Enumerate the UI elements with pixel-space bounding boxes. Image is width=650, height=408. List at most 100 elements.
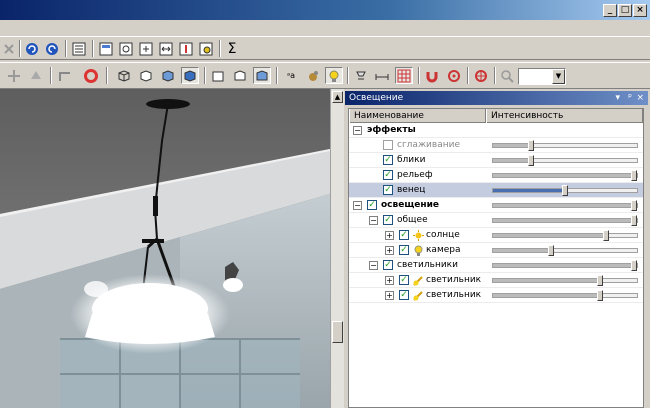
close-button[interactable]: ×	[633, 4, 647, 17]
row-checkbox[interactable]: ✓	[383, 215, 393, 225]
scroll-up-icon[interactable]: ▲	[332, 91, 343, 103]
intensity-slider[interactable]	[492, 155, 638, 166]
box-front-icon[interactable]	[209, 67, 227, 84]
row-checkbox[interactable]: ✓	[383, 155, 393, 165]
tree-row[interactable]: − ✓ светильники	[349, 258, 643, 273]
tree-row[interactable]: ✓ рельеф	[349, 168, 643, 183]
panel-close-icon[interactable]: ×	[636, 91, 644, 105]
row-checkbox[interactable]: ✓	[383, 260, 393, 270]
scroll-thumb[interactable]	[332, 321, 343, 343]
snap-center-icon[interactable]	[472, 67, 490, 84]
slider-thumb[interactable]	[597, 275, 603, 286]
intensity-slider[interactable]	[492, 200, 638, 211]
chevron-down-icon[interactable]: ▼	[552, 69, 565, 84]
zoom-icon[interactable]	[498, 67, 516, 84]
row-checkbox[interactable]: ✓	[399, 290, 409, 300]
slider-thumb[interactable]	[603, 230, 609, 241]
intensity-slider[interactable]	[492, 260, 638, 271]
row-checkbox[interactable]: ✓	[383, 185, 393, 195]
expand-icon[interactable]: +	[385, 276, 394, 285]
expand-icon[interactable]: +	[385, 291, 394, 300]
slider-thumb[interactable]	[631, 215, 637, 226]
tree-row[interactable]: − ✓ общее	[349, 213, 643, 228]
row-checkbox[interactable]: ✓	[399, 230, 409, 240]
wireframe-cube-icon[interactable]	[115, 67, 133, 84]
expand-icon[interactable]: +	[385, 246, 394, 255]
viewport-scrollbar[interactable]: ▲	[330, 89, 344, 408]
intensity-slider[interactable]	[492, 215, 638, 226]
collapse-icon[interactable]: −	[369, 261, 378, 270]
zoom-combobox[interactable]: ▼	[518, 68, 566, 85]
tree-row[interactable]: − эффекты	[349, 123, 643, 138]
tree-row[interactable]: ✓ сглаживание	[349, 138, 643, 153]
intensity-slider[interactable]	[492, 230, 638, 241]
tree-row[interactable]: ✓ блики	[349, 153, 643, 168]
slider-thumb[interactable]	[597, 290, 603, 301]
material-sphere-icon[interactable]	[304, 67, 322, 84]
slider-thumb[interactable]	[528, 155, 534, 166]
intensity-slider[interactable]	[492, 185, 638, 196]
slider-thumb[interactable]	[631, 200, 637, 211]
slider-thumb[interactable]	[631, 260, 637, 271]
magnet-icon[interactable]	[423, 67, 441, 84]
panel-menu-icon[interactable]: ▾	[615, 91, 620, 105]
text-label-icon[interactable]: ᵃa	[282, 67, 300, 84]
collapse-icon[interactable]: −	[369, 216, 378, 225]
slider-thumb[interactable]	[528, 140, 534, 151]
expand-icon[interactable]: +	[385, 231, 394, 240]
intensity-slider[interactable]	[492, 275, 638, 286]
box-blue-icon[interactable]	[253, 67, 271, 84]
tree-row[interactable]: − ✓ освещение	[349, 198, 643, 213]
zoom-window-icon[interactable]	[117, 40, 135, 57]
row-checkbox[interactable]: ✓	[367, 200, 377, 210]
slider-thumb[interactable]	[562, 185, 568, 196]
row-checkbox[interactable]: ✓	[383, 170, 393, 180]
intensity-slider[interactable]	[492, 170, 638, 181]
tree-row[interactable]: + ✓ светильник	[349, 288, 643, 303]
3d-viewport[interactable]	[0, 89, 330, 408]
collapse-icon[interactable]: −	[353, 201, 362, 210]
column-header-name[interactable]: Наименование	[349, 109, 486, 123]
up-arrow-icon[interactable]	[27, 67, 45, 84]
row-checkbox[interactable]: ✓	[399, 275, 409, 285]
pan-icon[interactable]	[157, 40, 175, 57]
row-checkbox[interactable]: ✓	[383, 140, 393, 150]
stamp-icon[interactable]	[352, 67, 370, 84]
column-header-intensity[interactable]: Интенсивность	[486, 109, 643, 123]
scene-icon[interactable]	[56, 67, 74, 84]
collapse-icon[interactable]: −	[353, 126, 362, 135]
tree-row[interactable]: + ✓ камера	[349, 243, 643, 258]
light-bulb-icon[interactable]	[325, 67, 343, 84]
intensity-slider[interactable]	[492, 245, 638, 256]
render-cube-icon[interactable]	[181, 67, 199, 84]
close-icon[interactable]	[0, 40, 18, 57]
shaded-cube-icon[interactable]	[159, 67, 177, 84]
undo-icon[interactable]	[23, 40, 41, 57]
move-icon[interactable]	[5, 67, 23, 84]
fit-icon[interactable]	[137, 40, 155, 57]
box-side-icon[interactable]	[231, 67, 249, 84]
redo-icon[interactable]	[43, 40, 61, 57]
lifebuoy-icon[interactable]	[82, 67, 100, 84]
panel-pin-icon[interactable]: ᵖ	[628, 91, 632, 105]
slider-thumb[interactable]	[631, 170, 637, 181]
tree-row[interactable]: + ✓ солнце	[349, 228, 643, 243]
slider-thumb[interactable]	[548, 245, 554, 256]
properties-icon[interactable]	[70, 40, 88, 57]
slider-fill	[493, 204, 637, 207]
minimize-button[interactable]: _	[603, 4, 617, 17]
row-checkbox[interactable]: ✓	[399, 245, 409, 255]
sigma-icon[interactable]: Σ	[223, 40, 241, 57]
intensity-slider[interactable]	[492, 290, 638, 301]
layout-icon[interactable]	[97, 40, 115, 57]
dimension-icon[interactable]	[373, 67, 391, 84]
tree-row[interactable]: ✓ венец	[349, 183, 643, 198]
maximize-button[interactable]: □	[618, 4, 632, 17]
grid-icon[interactable]	[395, 67, 413, 84]
tree-row[interactable]: + ✓ светильник	[349, 273, 643, 288]
print-preview-icon[interactable]	[197, 40, 215, 57]
target-icon[interactable]	[177, 40, 195, 57]
hidden-line-cube-icon[interactable]	[137, 67, 155, 84]
intensity-slider[interactable]	[492, 140, 638, 151]
snap-target-icon[interactable]	[445, 67, 463, 84]
